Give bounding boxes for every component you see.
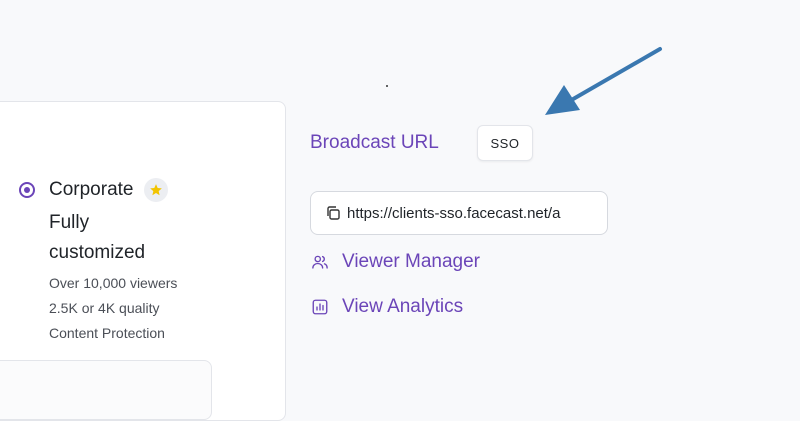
users-icon [310,252,330,272]
sso-badge[interactable]: SSO [477,125,533,161]
copy-icon[interactable] [325,205,341,221]
viewer-manager-label: Viewer Manager [342,251,481,272]
viewer-manager-link[interactable]: Viewer Manager [310,251,480,273]
annotation-arrow [545,47,662,115]
plan-feature: Content Protection [49,325,165,341]
plan-name: Corporate [49,179,134,200]
plan-option-row[interactable]: Corporate [19,178,168,202]
analytics-icon [310,297,330,317]
stray-dot [386,85,388,87]
plan-feature: 2.5K or 4K quality [49,300,160,316]
plan-feature: Over 10,000 viewers [49,275,178,291]
view-analytics-label: View Analytics [342,296,464,317]
radio-selected-dot [24,187,30,193]
next-plan-card[interactable] [0,360,212,420]
star-icon [143,178,168,202]
broadcast-url-text: https://clients-sso.facecast.net/a [347,204,561,222]
plan-radio-button[interactable] [19,182,35,198]
view-analytics-link[interactable]: View Analytics [310,296,463,318]
broadcast-url-label: Broadcast URL [310,132,439,153]
plan-subtitle: Fully customized [49,212,146,263]
broadcast-url-field[interactable]: https://clients-sso.facecast.net/a [310,191,608,235]
